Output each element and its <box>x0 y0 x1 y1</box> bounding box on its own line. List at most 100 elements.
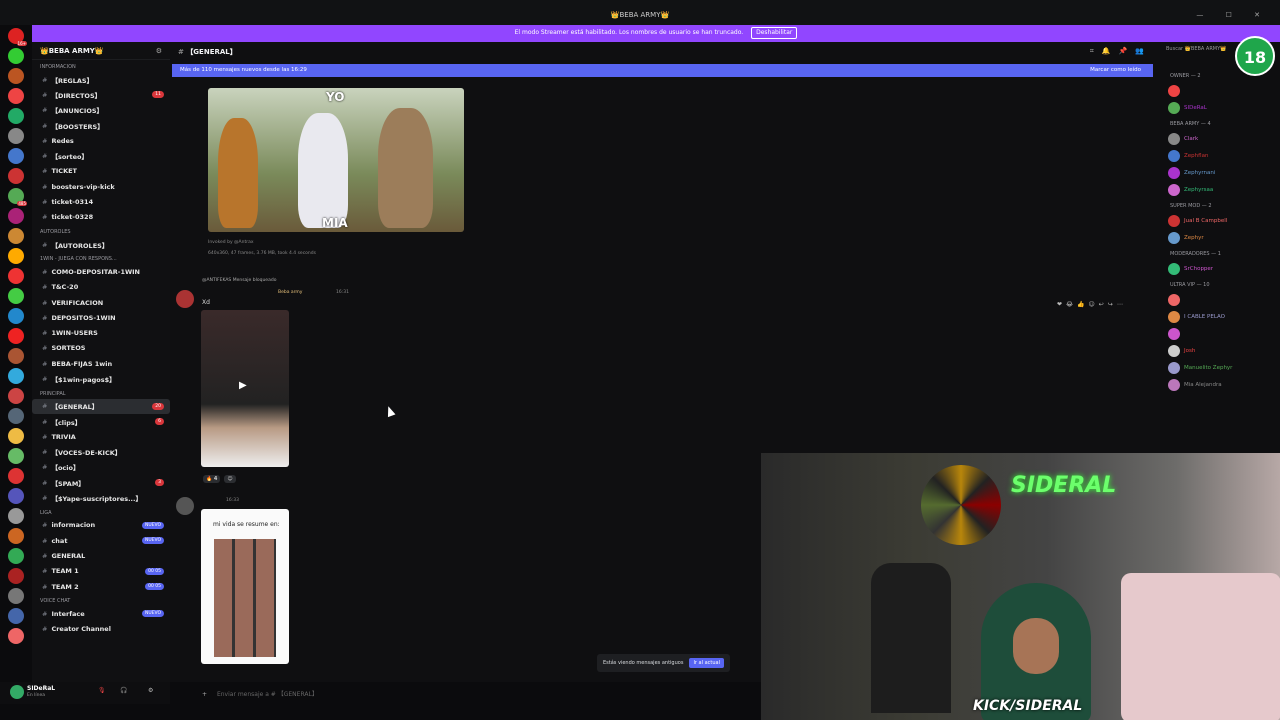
window-controls[interactable]: — ☐ ✕ <box>1196 11 1270 19</box>
server-icon[interactable] <box>8 388 24 404</box>
member-item[interactable]: Zephyrsaa <box>1160 181 1280 198</box>
video-thumbnail[interactable]: ▶ <box>201 310 289 467</box>
category-informacion[interactable]: INFORMACION <box>32 60 170 72</box>
server-icon[interactable] <box>8 68 24 84</box>
channel-item[interactable]: # 【VOCES-DE-KICK】 <box>32 445 170 460</box>
channel-item[interactable]: # chat NUEVO <box>32 533 170 548</box>
channel-item[interactable]: # Redes <box>32 133 170 148</box>
mic-muted-icon[interactable]: 🎙 <box>98 687 106 694</box>
channel-item[interactable]: # SORTEOS <box>32 341 170 356</box>
gif-embed[interactable]: YO MIA <box>208 88 464 232</box>
member-item[interactable]: I CABLE PELAO <box>1160 308 1280 325</box>
server-icon[interactable] <box>8 588 24 604</box>
channel-item[interactable]: # COMO-DEPOSITAR-1WIN <box>32 264 170 279</box>
server-icon[interactable] <box>8 48 24 64</box>
server-icon[interactable]: 16+ <box>8 28 27 46</box>
server-icon[interactable] <box>8 148 24 164</box>
mark-read-button[interactable]: Marcar como leído <box>1090 67 1141 73</box>
member-item[interactable]: SIDeRaL <box>1160 99 1280 116</box>
server-icon[interactable] <box>8 528 24 544</box>
channel-item[interactable]: # VERIFICACION <box>32 295 170 310</box>
server-icon[interactable] <box>8 228 24 244</box>
member-item[interactable]: Zephyrnani <box>1160 164 1280 181</box>
add-reaction-icon[interactable]: ☺ <box>224 475 236 483</box>
member-item[interactable]: Jual B Campbell <box>1160 212 1280 229</box>
member-item[interactable]: SrChopper <box>1160 260 1280 277</box>
server-icon[interactable] <box>8 548 24 564</box>
channel-item[interactable]: # DEPOSITOS-1WIN <box>32 310 170 325</box>
server-icon[interactable] <box>8 308 24 324</box>
server-icon[interactable] <box>8 328 24 344</box>
channel-item[interactable]: # 【REGLAS】 <box>32 72 170 87</box>
reaction-fire[interactable]: 🔥 4 <box>203 475 221 483</box>
server-icon[interactable]: 485 <box>8 188 27 206</box>
member-item[interactable]: Zephflan <box>1160 147 1280 164</box>
channel-item[interactable]: # TEAM 1 00 05 <box>32 564 170 579</box>
play-icon[interactable]: ▶ <box>239 380 247 391</box>
server-icon[interactable] <box>8 468 24 484</box>
category-liga[interactable]: LIGA <box>32 506 170 518</box>
channel-item[interactable]: # Interface NUEVO <box>32 606 170 621</box>
avatar[interactable] <box>176 290 194 308</box>
server-icon[interactable] <box>8 268 24 284</box>
video-thumbnail[interactable]: mi vida se resume en: <box>201 509 289 664</box>
disable-streamer-button[interactable]: Deshabilitar <box>751 27 798 39</box>
server-icon[interactable] <box>8 168 24 184</box>
server-header[interactable]: 👑BEBA ARMY👑 ⚙ <box>32 42 170 60</box>
member-item[interactable]: Zephyr <box>1160 229 1280 246</box>
server-icon[interactable] <box>8 488 24 504</box>
channel-item[interactable]: # GENERAL <box>32 548 170 563</box>
channel-item[interactable]: # 【$Yape-suscriptores...】 <box>32 490 170 505</box>
server-icon[interactable] <box>8 368 24 384</box>
category-juega[interactable]: 1WIN - JUEGA CON RESPONS... <box>32 252 170 264</box>
channel-item[interactable]: # TEAM 2 00 05 <box>32 579 170 594</box>
channel-item[interactable]: # ticket-0314 <box>32 194 170 209</box>
server-icon[interactable] <box>8 288 24 304</box>
channel-item[interactable]: # 【DIRECTOS】 11 <box>32 87 170 102</box>
header-icons[interactable]: ⌗🔔📌👥 <box>1090 47 1152 56</box>
channel-item[interactable]: # 【clips】 6 <box>32 414 170 429</box>
add-attachment-icon[interactable]: + <box>202 691 207 698</box>
channel-item[interactable]: # 【ANUNCIOS】 <box>32 103 170 118</box>
category-voice[interactable]: VOICE CHAT <box>32 594 170 606</box>
server-icon[interactable] <box>8 628 24 644</box>
avatar[interactable] <box>10 685 24 699</box>
channel-item[interactable]: # 【GENERAL】 20 <box>32 398 170 414</box>
channel-item[interactable]: # informacion NUEVO <box>32 518 170 533</box>
reply-line[interactable]: @ANTIFEKAS Mensaje bloqueado <box>202 278 276 283</box>
server-icon[interactable] <box>8 568 24 584</box>
server-icon[interactable] <box>8 428 24 444</box>
reaction-list[interactable]: 🔥 4 ☺ <box>203 475 236 483</box>
member-item[interactable]: Manuelito Zephyr <box>1160 359 1280 376</box>
channel-item[interactable]: #1WIN-USERS <box>32 325 170 340</box>
channel-item[interactable]: # 【BOOSTERS】 <box>32 118 170 133</box>
server-icon[interactable] <box>8 608 24 624</box>
member-item[interactable]: Josh <box>1160 342 1280 359</box>
member-item[interactable]: Clark <box>1160 130 1280 147</box>
message-actions[interactable]: ❤😂👍☺↩↪⋯ <box>1057 301 1127 308</box>
search-input[interactable]: Buscar 👑BEBA ARMY👑 <box>1166 46 1226 52</box>
channel-item[interactable]: # TICKET <box>32 164 170 179</box>
channel-item[interactable]: # 【sorteo】 <box>32 148 170 163</box>
channel-item[interactable]: # T&C-20 <box>32 280 170 295</box>
channel-item[interactable]: # 【$1win-pagos$】 <box>32 371 170 386</box>
server-icon[interactable] <box>8 248 24 264</box>
category-principal[interactable]: PRINCIPAL <box>32 387 170 399</box>
member-item[interactable] <box>1160 82 1280 99</box>
channel-item[interactable]: # BEBA-FIJAS 1win <box>32 356 170 371</box>
channel-item[interactable]: # 【AUTOROLES】 <box>32 237 170 252</box>
channel-item[interactable]: # boosters-vip-kick <box>32 179 170 194</box>
member-item[interactable] <box>1160 325 1280 342</box>
server-icon[interactable] <box>8 348 24 364</box>
server-icon[interactable] <box>8 408 24 424</box>
avatar[interactable] <box>176 497 194 515</box>
server-icon[interactable] <box>8 108 24 124</box>
member-item[interactable] <box>1160 291 1280 308</box>
server-icon[interactable] <box>8 208 24 224</box>
new-messages-bar[interactable]: Más de 110 mensajes nuevos desde las 16:… <box>172 64 1153 77</box>
channel-item[interactable]: # TRIVIA <box>32 429 170 444</box>
server-icon[interactable] <box>8 88 24 104</box>
channel-item[interactable]: # Creator Channel <box>32 622 170 637</box>
server-icon[interactable] <box>8 128 24 144</box>
user-add-icon[interactable]: ⚙ <box>156 47 162 55</box>
